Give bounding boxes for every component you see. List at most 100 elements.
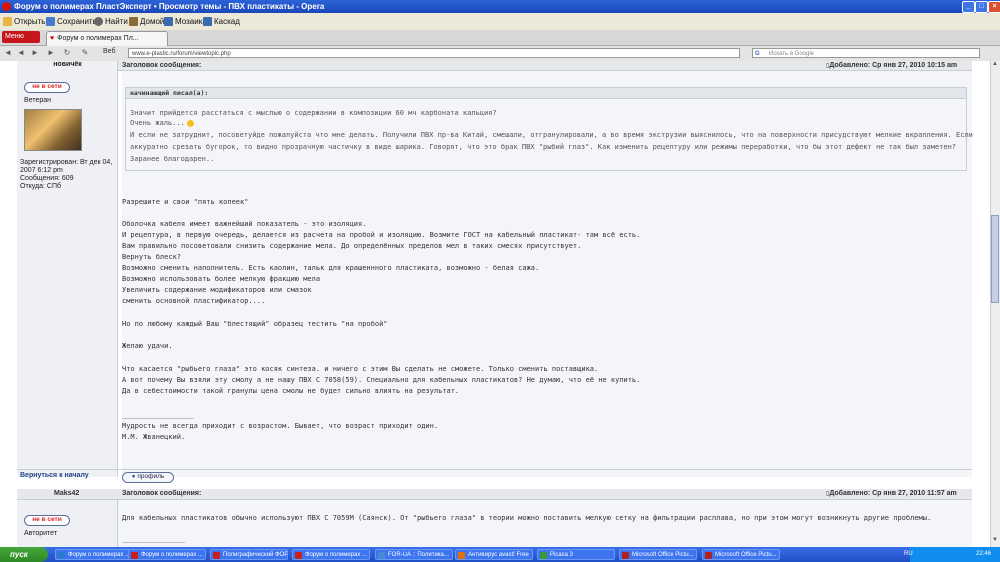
message-line: Возможно сменить наполнитель. Есть каоли… <box>122 264 540 272</box>
language-indicator[interactable]: RU <box>904 547 913 562</box>
window-title-bar[interactable]: Форум о полимерах ПластЭксперт • Просмот… <box>0 0 1000 13</box>
taskbar-item[interactable]: Picasa 3 <box>537 549 615 560</box>
quote-author: начинающий писал(а): <box>126 88 966 99</box>
message-line: Разрешите и свои "пять копеек" <box>122 198 249 206</box>
close-icon[interactable]: × <box>988 1 1000 13</box>
tile-icon <box>164 17 173 26</box>
heart-icon: ♥ <box>50 35 55 42</box>
open-button[interactable]: Открыть <box>3 16 45 27</box>
avatar <box>24 109 82 151</box>
user-location: Откуда: СПб <box>20 183 62 190</box>
back-icon[interactable]: ◄ <box>3 48 13 58</box>
message-line: сменить основной пластификатор.... <box>122 297 266 305</box>
forum-page: новичёк Заголовок сообщения: ▯Добавлено:… <box>0 61 990 547</box>
search-input[interactable]: G Искать в Google <box>752 48 980 58</box>
quote-box: начинающий писал(а): <box>125 87 967 171</box>
main-toolbar: Открыть Сохранить Найти Домой Мозаика Ка… <box>0 13 1000 31</box>
home-button[interactable]: Домой <box>129 16 164 27</box>
message-line: Что касается "рыбьего глаза" это косяк с… <box>122 365 599 373</box>
post2-header: Maks42 Заголовок сообщения: ▯Добавлено: … <box>17 489 972 500</box>
smiley-icon <box>186 119 194 127</box>
tab-label: Форум о полимерах Пл... <box>57 35 139 42</box>
message-line: Вам правильно посоветовали снизить содер… <box>122 242 582 250</box>
taskbar-item[interactable]: Полиграфический ФОРУМ :... <box>210 549 288 560</box>
cascade-button[interactable]: Каскад <box>203 16 240 27</box>
offline-badge: не в сети <box>24 82 70 93</box>
mosaic-button[interactable]: Мозаика <box>164 16 207 27</box>
taskbar-item[interactable]: Форум о полимерах ... <box>292 549 370 560</box>
taskbar-item-label: Форум о полимерах ... <box>68 552 131 558</box>
quote-line: И если не затруднит, посоветуйде пожалуй… <box>130 131 973 139</box>
window-title: Форум о полимерах ПластЭксперт • Просмот… <box>14 2 325 11</box>
maximize-icon[interactable]: □ <box>975 1 988 13</box>
wand-icon[interactable]: ✎ <box>80 48 90 58</box>
message-line: А вот почему Вы взяли эту смолу а не наш… <box>122 376 641 384</box>
taskbar-item-label: Microsoft Office Pictu... <box>715 552 777 558</box>
message-line: Вернуть блеск? <box>122 253 182 261</box>
home-icon <box>129 17 138 26</box>
post2-username[interactable]: Maks42 <box>54 489 79 499</box>
taskbar-item-label: Форум о полимерах ... <box>305 552 368 558</box>
tab-forum[interactable]: ♥ Форум о полимерах Пл... <box>46 31 168 46</box>
taskbar-item-label: Антивирус avast! Free <box>468 552 529 558</box>
post2-date: ▯Добавлено: Ср янв 27, 2010 11:57 am <box>826 490 957 497</box>
taskbar-item[interactable]: Антивирус avast! Free <box>455 549 533 560</box>
back-to-top-link[interactable]: Вернуться к началу <box>20 472 89 479</box>
app-icon <box>458 552 465 559</box>
save-button[interactable]: Сохранить <box>46 16 97 27</box>
reload-icon[interactable]: ↻ <box>62 48 72 58</box>
profile-icon: ● <box>131 473 136 480</box>
opera-menu-button[interactable]: Меню <box>2 31 40 43</box>
message-line: Увеличить содержание модификаторов или с… <box>122 286 312 294</box>
rewind-icon[interactable]: ◄ <box>16 48 26 58</box>
taskbar-item-label: Microsoft Office Pictu... <box>632 552 694 558</box>
post2-user-rank: Авторитет <box>24 530 58 537</box>
quote-line: аккуратно срезать бугорок, то видно проз… <box>130 143 957 151</box>
post2-offline-badge: не в сети <box>24 515 70 526</box>
post-username[interactable]: новичёк <box>17 61 118 70</box>
user-info: Зарегистрирован: Вт дек 04, 2007 6:12 pm… <box>20 159 116 191</box>
message-line: _________________ <box>122 411 194 419</box>
system-tray: RU 22:46 <box>904 547 1000 562</box>
message-line: Да в себестоимости такой гранулы цена см… <box>122 387 460 395</box>
start-button[interactable]: пуск <box>0 547 48 562</box>
quote-line: Очень жаль... <box>130 119 194 127</box>
message-line: Мудрость не всегда приходит с возрастом.… <box>122 422 439 430</box>
web-label: Веб <box>103 48 116 55</box>
app-icon <box>378 552 385 559</box>
message-line: М.М. Жванецкий. <box>122 433 186 441</box>
scroll-up-icon[interactable]: ▲ <box>992 61 998 67</box>
taskbar-item[interactable]: Форум о полимерах ... <box>128 549 206 560</box>
minimize-icon[interactable]: _ <box>962 1 975 13</box>
message-count: Сообщения: 609 <box>20 175 74 182</box>
post2-message: Для кабельных пластикатов обычно использ… <box>122 514 932 522</box>
taskbar-item[interactable]: FOR-UA :: Политика... <box>375 549 453 560</box>
post-divider <box>17 469 972 470</box>
app-icon <box>131 552 138 559</box>
taskbar-item-label: Полиграфический ФОРУМ :... <box>223 552 288 558</box>
message-line: Возможно использовать более мелкую фракц… <box>122 275 321 283</box>
message-line: Оболочка кабеля имеет важнейший показате… <box>122 220 367 228</box>
user-rank: Ветеран <box>24 97 52 104</box>
opera-icon <box>2 2 11 11</box>
taskbar-item[interactable]: Форум о полимерах ... <box>55 549 133 560</box>
fast-forward-icon[interactable]: ► <box>46 48 56 58</box>
page-scrollbar[interactable]: ▲ ▼ <box>990 61 1000 547</box>
taskbar-item[interactable]: Microsoft Office Pictu... <box>702 549 780 560</box>
profile-button[interactable]: ● профиль <box>122 472 174 483</box>
taskbar-item[interactable]: Microsoft Office Pictu... <box>619 549 697 560</box>
scroll-down-icon[interactable]: ▼ <box>992 537 998 543</box>
forward-icon[interactable]: ► <box>30 48 40 58</box>
url-input[interactable]: www.e-plastic.ru/forum/viewtopic.php <box>128 48 740 58</box>
app-icon <box>540 552 547 559</box>
find-button[interactable]: Найти <box>94 16 128 27</box>
scrollbar-thumb[interactable] <box>991 215 999 303</box>
message-line: Желаю удачи. <box>122 342 173 350</box>
magnifier-icon <box>94 17 103 26</box>
app-icon <box>705 552 712 559</box>
post-date: ▯Добавлено: Ср янв 27, 2010 10:15 am <box>826 62 958 69</box>
app-icon <box>622 552 629 559</box>
folder-icon <box>3 17 12 26</box>
post2-subject-label: Заголовок сообщения: <box>122 490 202 497</box>
message-line: И рецептура, в первую очередь, делается … <box>122 231 641 239</box>
